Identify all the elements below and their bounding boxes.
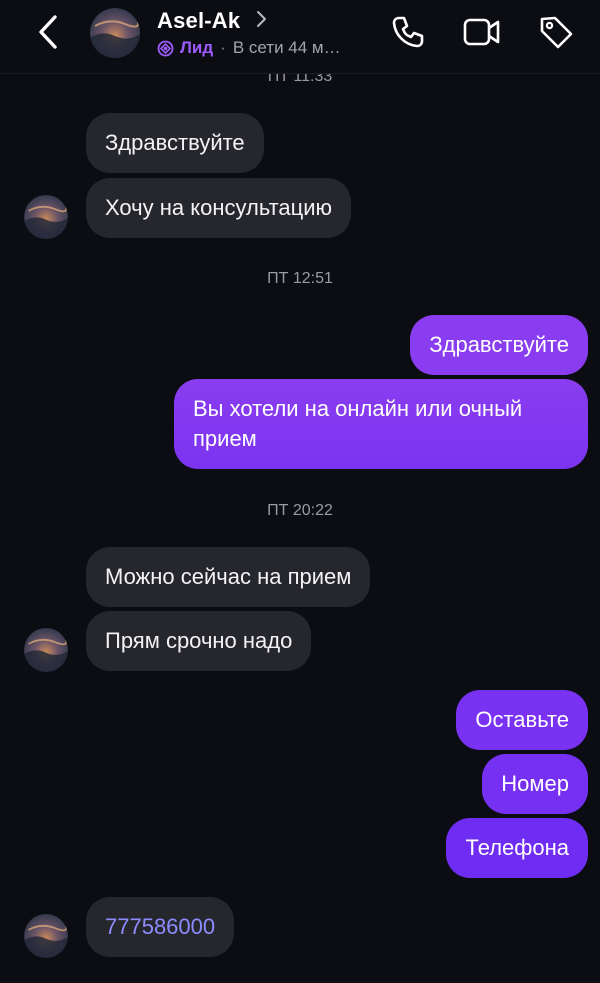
timestamp: ПТ 20:22 — [267, 502, 333, 519]
chat-header: Asel-Ak Лид · В сети 44 м… — [0, 0, 600, 74]
tag-icon — [540, 16, 573, 49]
incoming-message[interactable]: Здравствуйте — [86, 113, 264, 173]
contact-subtitle: Лид · В сети 44 м… — [157, 38, 341, 58]
outgoing-message-line: прием — [193, 426, 257, 451]
back-button[interactable] — [30, 14, 66, 50]
incoming-message-phone-link[interactable]: 777586000 — [86, 897, 235, 957]
video-call-button[interactable] — [462, 12, 502, 52]
incoming-message[interactable]: Хочу на консультацию — [86, 178, 352, 238]
contact-avatar[interactable] — [90, 8, 140, 58]
lead-label: Лид — [180, 38, 214, 57]
outgoing-message[interactable]: Вы хотели на онлайн или очный прием — [174, 379, 588, 469]
call-button[interactable] — [388, 12, 428, 52]
outgoing-message[interactable]: Здравствуйте — [410, 315, 588, 375]
incoming-message[interactable]: Можно сейчас на прием — [86, 547, 371, 607]
video-icon — [463, 18, 500, 46]
contact-avatar-small[interactable] — [24, 195, 68, 239]
incoming-message[interactable]: Прям срочно надо — [86, 611, 312, 671]
online-status: В сети 44 м… — [232, 38, 341, 57]
contact-avatar-small[interactable] — [24, 628, 68, 672]
timestamp: ПТ 12:51 — [267, 270, 333, 287]
outgoing-message[interactable]: Оставьте — [456, 690, 588, 750]
tag-button[interactable] — [536, 12, 576, 52]
chevron-right-icon[interactable] — [256, 10, 268, 28]
lead-badge-icon — [157, 40, 174, 56]
outgoing-message[interactable]: Номер — [482, 754, 588, 814]
separator-dot: · — [220, 38, 226, 57]
contact-name[interactable]: Asel-Ak — [157, 8, 240, 34]
contact-avatar-small[interactable] — [24, 914, 68, 958]
back-chevron-icon — [39, 15, 57, 49]
outgoing-message-line: Вы хотели на онлайн или очный — [193, 396, 523, 421]
outgoing-message[interactable]: Телефона — [446, 818, 588, 878]
phone-icon — [392, 16, 424, 48]
